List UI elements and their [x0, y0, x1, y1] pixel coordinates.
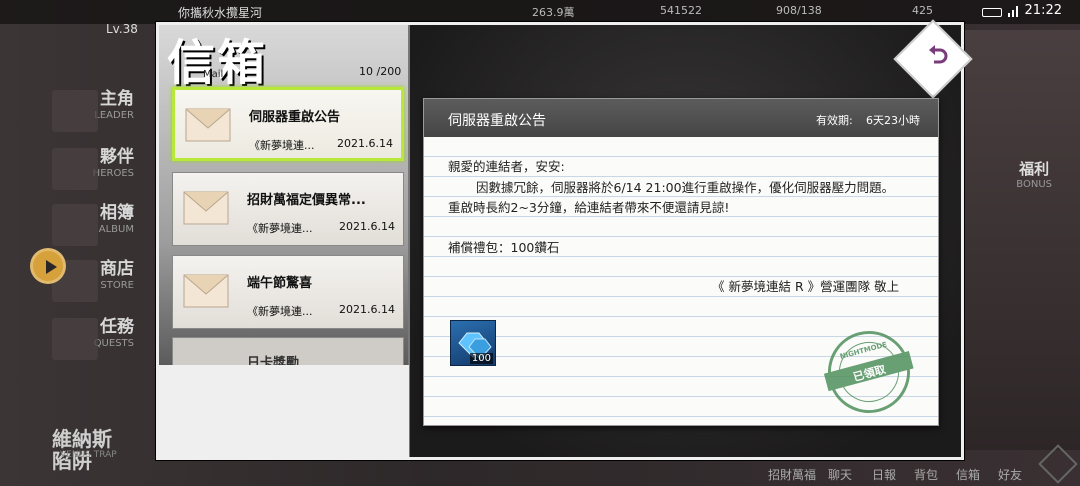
bottom-item-daily[interactable]: 日報: [872, 466, 896, 483]
letter-compensation: 補償禮包：100鑽石: [448, 240, 560, 255]
mail-item-server-restart[interactable]: 伺服器重啟公告 《新夢境連... 2021.6.14: [172, 87, 404, 161]
bottom-menu: 招財萬福 聊天 日報 背包 信箱 好友: [760, 462, 1080, 486]
stat-stamina: 908/138: [776, 4, 822, 17]
mail-item-pricing[interactable]: 招財萬福定價異常... 《新夢境連... 2021.6.14: [172, 172, 404, 246]
bonus-button[interactable]: 福利 BONUS: [1016, 158, 1052, 190]
top-status-bar: 你攜秋水攬星河 263.9萬 541522 908/138 425 21:22: [0, 0, 1080, 24]
venus-trap-subtitle: VENUS TRAP: [60, 450, 117, 460]
player-level: Lv.38: [106, 22, 138, 36]
reward-count: 100: [469, 353, 493, 364]
bonus-sublabel: BONUS: [1016, 179, 1052, 190]
nav-album[interactable]: 相簿 ALBUM: [48, 202, 158, 250]
mail-sender: 《新夢境連...: [249, 139, 315, 152]
mail-sender: 《新夢境連...: [247, 222, 313, 235]
mail-date: 2021.6.14: [339, 303, 395, 316]
right-side-artwork: [960, 30, 1080, 450]
mail-title: 端午節驚喜: [247, 276, 313, 291]
mailbox-title: 信箱: [167, 35, 268, 91]
nav-quests[interactable]: 任務 QUESTS: [48, 316, 158, 364]
letter-header: 伺服器重啟公告 有效期: 6天23小時: [424, 99, 938, 137]
mail-sender: 《新夢境連...: [247, 305, 313, 318]
stat-currency-2: 541522: [660, 4, 702, 17]
letter-body-line1: 因數據冗餘，伺服器將於6/14 21:00進行重啟操作，優化伺服器壓力問題。: [476, 180, 895, 195]
mail-title: 伺服器重啟公告: [249, 110, 341, 125]
bottom-item-chat[interactable]: 聊天: [828, 466, 852, 483]
letter-signature: 《 新夢境連結 R 》營運團隊 敬上: [712, 279, 900, 294]
album-thumbnail: [52, 204, 98, 246]
quests-thumbnail: [52, 318, 98, 360]
mail-count: 10 /200: [359, 65, 402, 78]
mailbox-subtitle: Mail: [203, 69, 224, 80]
stat-currency-4: 425: [912, 4, 933, 17]
nav-heroes[interactable]: 夥伴 HEROES: [48, 146, 158, 194]
reward-diamond-item[interactable]: 100: [450, 320, 496, 366]
envelope-icon: [183, 191, 229, 225]
stat-currency-1: 263.9萬: [532, 6, 575, 19]
expiry-value: 6天23小時: [866, 114, 920, 127]
leader-thumbnail: [52, 90, 98, 132]
mail-item-dragon-boat[interactable]: 端午節驚喜 《新夢境連... 2021.6.14: [172, 255, 404, 329]
mail-list-footer: [159, 365, 409, 457]
nav-leader[interactable]: 主角 LEADER: [48, 88, 158, 136]
mail-title: 招財萬福定價異常...: [247, 193, 366, 208]
letter-greeting: 親愛的連結者，安安:: [448, 159, 565, 174]
bottom-item-bag[interactable]: 背包: [914, 466, 938, 483]
expiry-label: 有效期:: [816, 114, 853, 127]
letter-paper: 伺服器重啟公告 有效期: 6天23小時 親愛的連結者，安安: 因數據冗餘，伺服器…: [423, 98, 939, 426]
letter-subject: 伺服器重啟公告: [448, 113, 546, 129]
signal-icon: [1008, 6, 1020, 17]
heroes-thumbnail: [52, 148, 98, 190]
envelope-icon: [185, 108, 231, 142]
mail-item-daily-reward[interactable]: 日卡獎勵: [172, 337, 404, 367]
clock: 21:22: [1024, 3, 1062, 18]
bottom-item-lucky[interactable]: 招財萬福: [768, 466, 816, 483]
player-motto: 你攜秋水攬星河: [178, 6, 263, 20]
play-icon[interactable]: [30, 248, 66, 284]
mail-date: 2021.6.14: [339, 220, 395, 233]
bonus-label: 福利: [1019, 160, 1050, 178]
envelope-icon: [183, 274, 229, 308]
bottom-item-friends[interactable]: 好友: [998, 466, 1022, 483]
back-arrow-icon[interactable]: [927, 45, 949, 67]
bottom-item-mail[interactable]: 信箱: [956, 466, 980, 483]
battery-icon: [982, 8, 1002, 17]
mail-date: 2021.6.14: [337, 137, 393, 150]
letter-body-line2: 重啟時長約2~3分鐘，給連結者帶來不便還請見諒!: [448, 200, 730, 215]
mailbox-dialog: 信箱 Mail 10 /200 伺服器重啟公告 《新夢境連... 2021.6.…: [156, 19, 973, 460]
